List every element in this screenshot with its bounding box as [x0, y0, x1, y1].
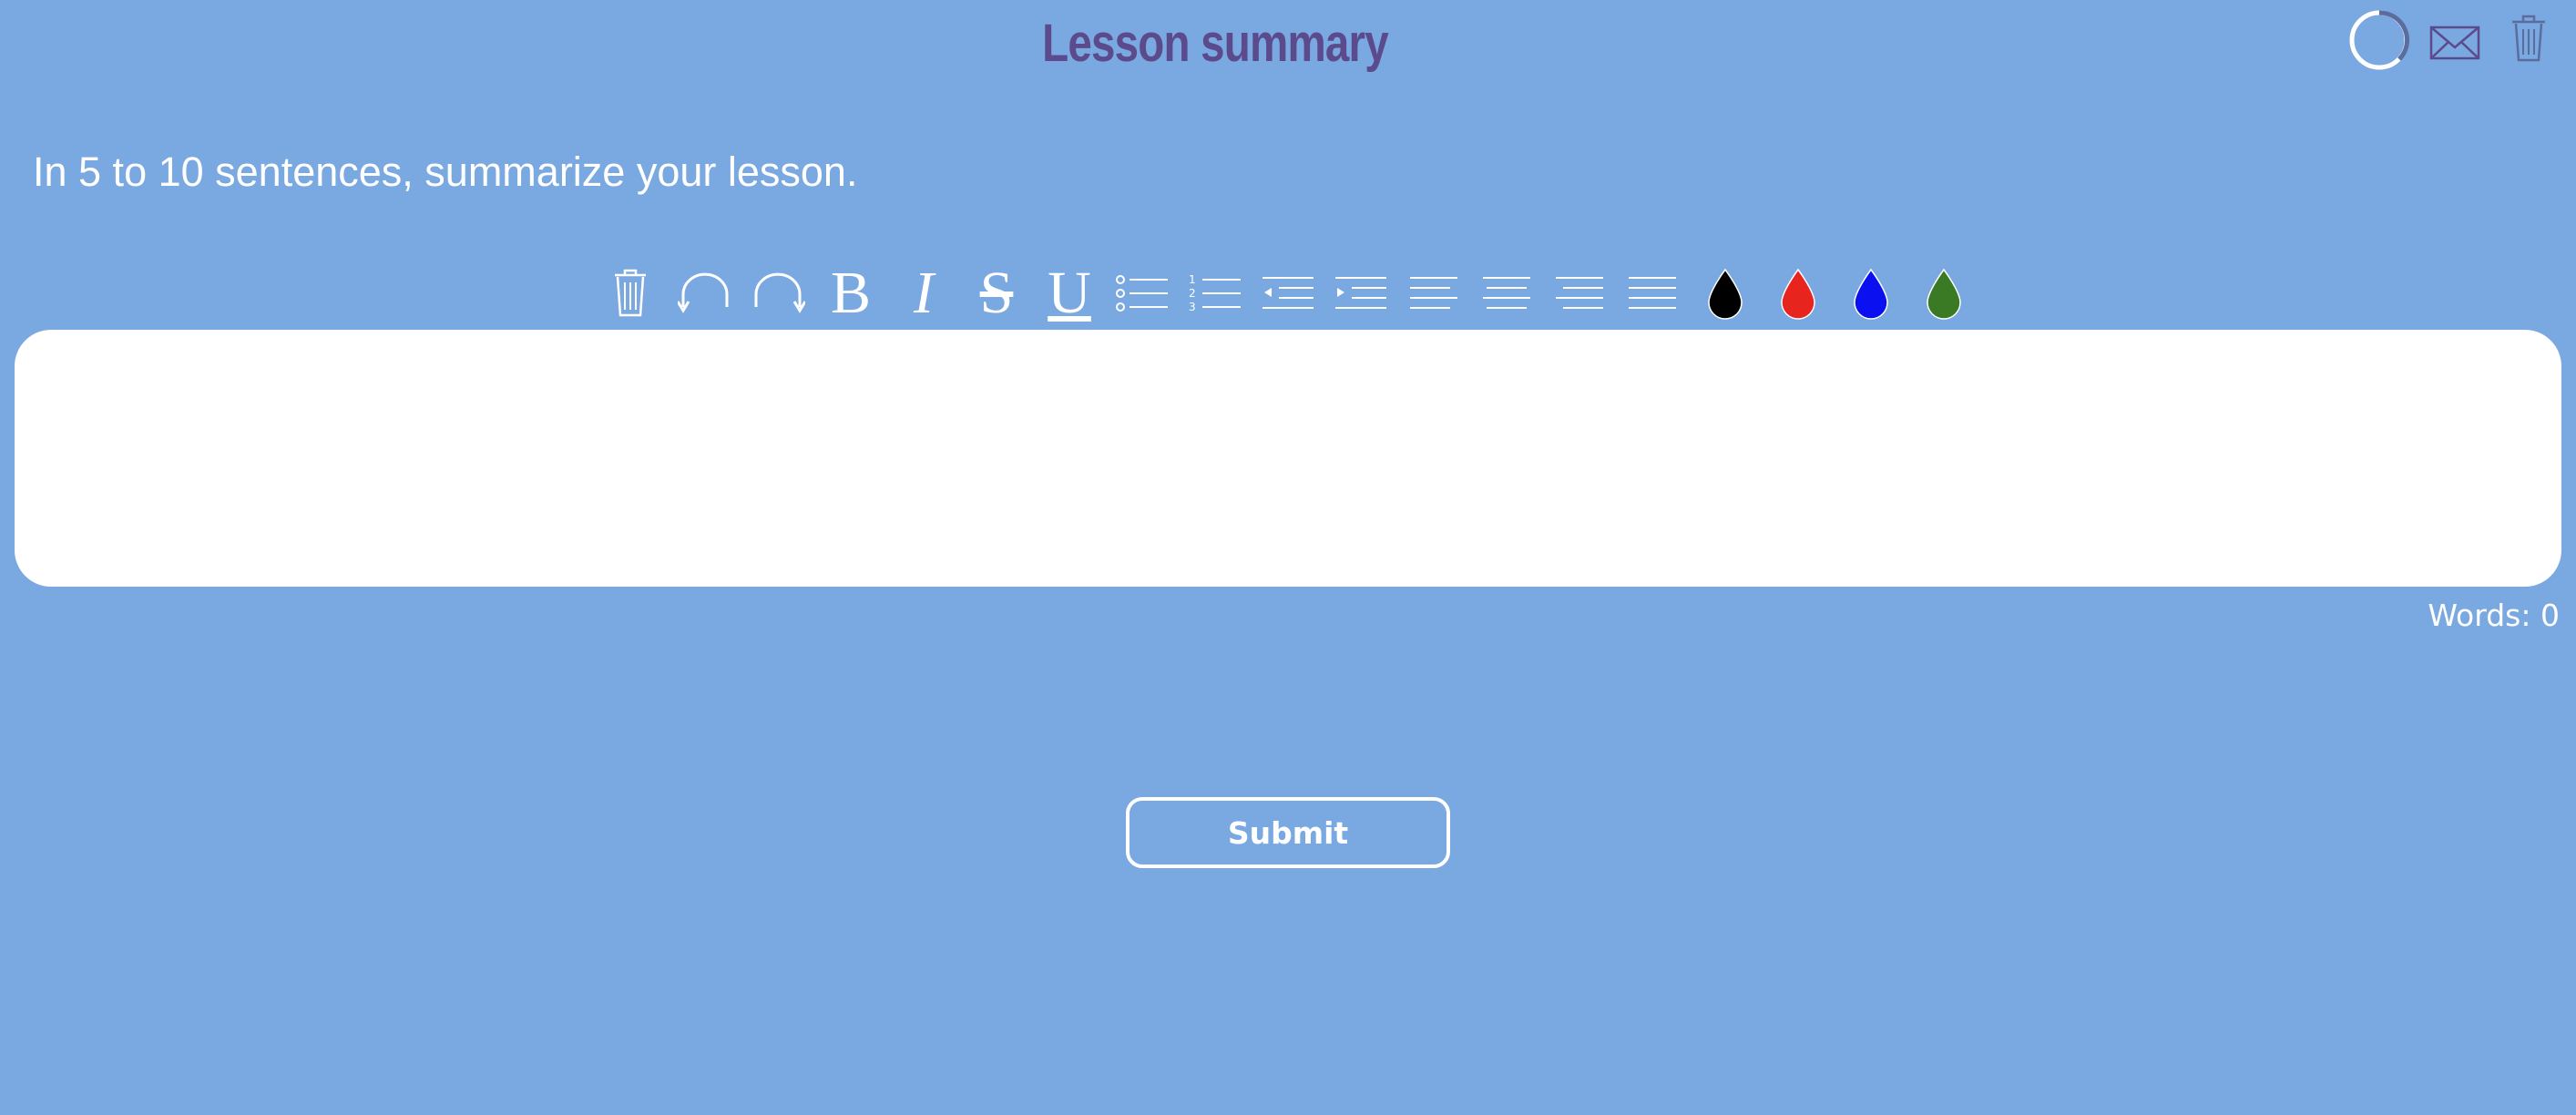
- bold-button[interactable]: B: [818, 261, 884, 326]
- numbered-list-icon: 1 2 3: [1189, 273, 1241, 313]
- page-title: Lesson summary: [1042, 14, 1389, 73]
- formatting-toolbar: B I S U 1 2 3: [0, 261, 2576, 326]
- bold-icon: B: [830, 260, 872, 326]
- italic-icon: I: [914, 260, 934, 326]
- italic-button[interactable]: I: [891, 261, 956, 326]
- svg-text:3: 3: [1189, 301, 1196, 313]
- outdent-button[interactable]: [1255, 261, 1321, 326]
- loading-ring-icon: [2346, 7, 2412, 73]
- undo-icon: [678, 272, 729, 313]
- clear-text-button[interactable]: [598, 261, 663, 326]
- prompt-text: In 5 to 10 sentences, summarize your les…: [33, 148, 858, 195]
- word-count-label: Words:: [2428, 598, 2531, 633]
- align-center-button[interactable]: [1474, 261, 1539, 326]
- redo-button[interactable]: [745, 261, 811, 326]
- bullet-list-button[interactable]: [1109, 261, 1175, 326]
- indent-button[interactable]: [1328, 261, 1394, 326]
- green-ink-icon: [1927, 268, 1961, 320]
- align-right-button[interactable]: [1547, 261, 1612, 326]
- align-right-icon: [1556, 277, 1603, 309]
- word-count: Words: 0: [2428, 598, 2560, 633]
- align-left-icon: [1410, 277, 1457, 309]
- align-left-button[interactable]: [1401, 261, 1467, 326]
- blue-ink-icon: [1854, 268, 1888, 320]
- green-ink-button[interactable]: [1911, 261, 1977, 326]
- svg-text:1: 1: [1189, 273, 1196, 286]
- red-ink-button[interactable]: [1765, 261, 1831, 326]
- undo-button[interactable]: [672, 261, 738, 326]
- trash-icon[interactable]: [2507, 7, 2550, 73]
- align-justify-icon: [1629, 277, 1676, 309]
- blue-ink-button[interactable]: [1838, 261, 1904, 326]
- underline-button[interactable]: U: [1037, 261, 1102, 326]
- trash-icon: [615, 269, 646, 317]
- underline-icon: U: [1048, 260, 1091, 326]
- svg-text:2: 2: [1189, 287, 1196, 300]
- red-ink-icon: [1781, 268, 1815, 320]
- align-center-icon: [1483, 277, 1530, 309]
- black-ink-icon: [1708, 268, 1743, 320]
- submit-button[interactable]: Submit: [1126, 797, 1450, 868]
- envelope-icon[interactable]: [2428, 7, 2483, 73]
- black-ink-button[interactable]: [1692, 261, 1758, 326]
- word-count-value: 0: [2540, 598, 2560, 633]
- summary-text-editor[interactable]: [15, 330, 2561, 587]
- top-icons: [2339, 7, 2576, 71]
- outdent-icon: [1262, 277, 1314, 309]
- numbered-list-button[interactable]: 1 2 3: [1182, 261, 1248, 326]
- strikethrough-icon: S: [979, 260, 1014, 326]
- bullet-list-icon: [1116, 275, 1168, 312]
- redo-icon: [754, 272, 805, 313]
- strikethrough-button[interactable]: S: [964, 261, 1029, 326]
- align-justify-button[interactable]: [1620, 261, 1685, 326]
- indent-icon: [1335, 277, 1386, 309]
